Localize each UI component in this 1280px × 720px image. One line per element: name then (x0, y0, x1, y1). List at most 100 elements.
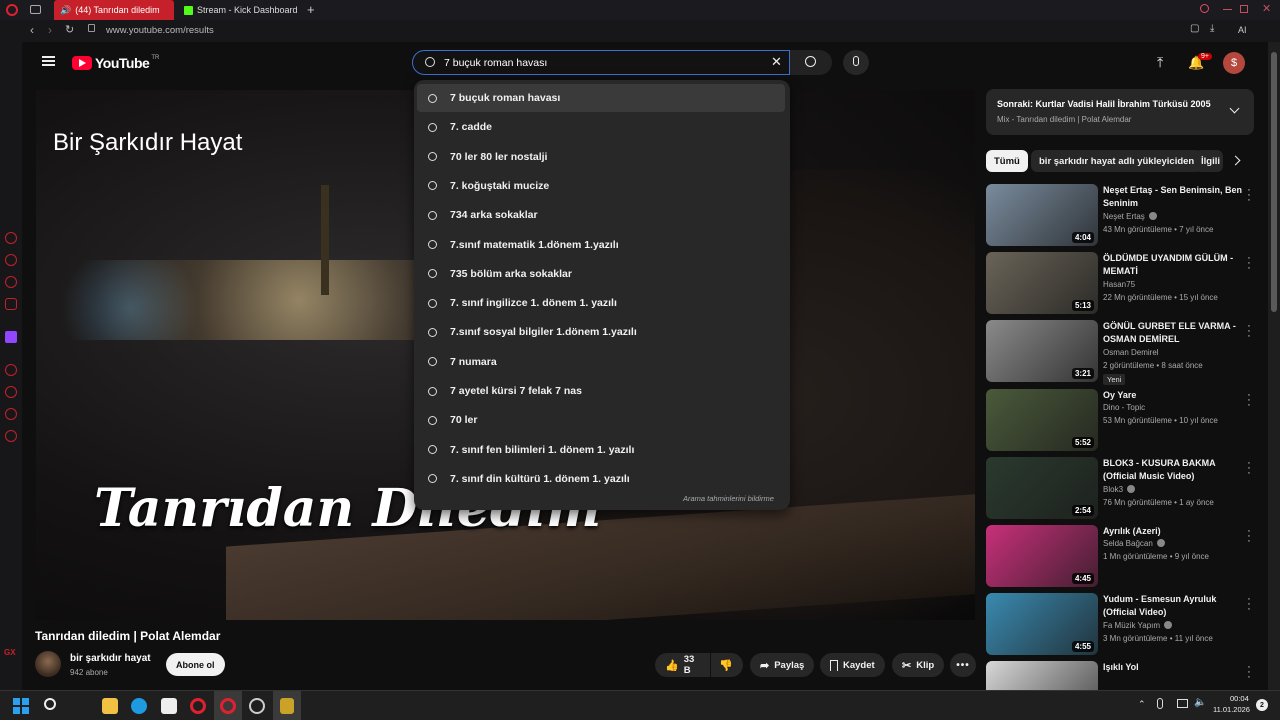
tray-chevron-icon[interactable]: ⌃ (1138, 699, 1146, 710)
sidebar-instagram-icon[interactable] (5, 298, 17, 310)
video-thumbnail[interactable]: 3:21 (986, 320, 1098, 383)
tab-youtube[interactable]: 🔊 (44) Tanrıdan diledim (54, 0, 174, 20)
recommendation-channel[interactable]: Hasan75 (1103, 280, 1135, 289)
recommendation-channel[interactable]: Selda Bağcan (1103, 539, 1165, 548)
suggestion-item[interactable]: 7. sınıf ingilizce 1. dönem 1. yazılı (417, 289, 785, 317)
recommendation-item[interactable]: 4:45 Ayrılık (Azeri) Selda Bağcan 1 Mn görü… (986, 525, 1266, 587)
recommendation-title[interactable]: Işıklı Yol (1103, 661, 1251, 674)
video-thumbnail[interactable]: 4:45 (986, 525, 1098, 587)
minimize-icon[interactable] (1223, 9, 1232, 10)
url-field[interactable]: www.youtube.com/results (106, 25, 214, 36)
voice-search-button[interactable] (843, 50, 869, 75)
suggestion-item[interactable]: 7.sınıf sosyal bilgiler 1.dönem 1.yazılı (417, 318, 785, 346)
video-thumbnail[interactable]: 2:54 (986, 456, 1098, 519)
recommendation-channel[interactable]: Osman Demirel (1103, 348, 1159, 357)
recommendation-title[interactable]: Oy Yare (1103, 389, 1251, 402)
workspaces-icon[interactable] (30, 5, 41, 14)
recommendation-item[interactable]: 4:55 Yudum - Esmesun Ayruluk (Official Vi… (986, 593, 1266, 656)
sidebar-whatsapp-icon[interactable] (5, 276, 17, 288)
clip-button[interactable]: ✂ Klip (892, 653, 945, 677)
more-options-icon[interactable]: · · · (1246, 662, 1252, 683)
more-options-icon[interactable]: · · · (1246, 253, 1252, 274)
shopping-icon[interactable]: ▢ (1190, 23, 1199, 34)
page-scrollbar[interactable] (1268, 42, 1280, 690)
suggestion-item[interactable]: 7 buçuk roman havası (417, 84, 785, 112)
more-actions-button[interactable]: ••• (950, 653, 976, 677)
store-icon[interactable] (161, 698, 177, 714)
windows-start-icon[interactable] (13, 698, 29, 714)
back-icon[interactable]: ‹ (30, 23, 34, 37)
tray-volume-icon[interactable]: 🔈 (1194, 697, 1206, 708)
clear-search-icon[interactable]: ✕ (771, 54, 782, 70)
recommendation-title[interactable]: BLOK3 - KUSURA BAKMA (Official Music Vid… (1103, 457, 1251, 483)
tray-network-icon[interactable] (1177, 699, 1188, 708)
edge-icon[interactable] (131, 698, 147, 714)
app-taskbar-icon[interactable] (249, 698, 265, 714)
recommendation-item[interactable]: 5:52 Oy Yare Dino - Topic 53 Mn görüntüleme… (986, 388, 1266, 451)
upload-icon[interactable]: ⤒ (1157, 54, 1163, 71)
search-input[interactable]: 7 buçuk roman havası (444, 57, 547, 69)
like-button[interactable]: 👍 33 B (655, 653, 710, 677)
search-taskbar-icon[interactable] (44, 698, 56, 710)
channel-avatar[interactable] (35, 651, 61, 677)
tab-kick[interactable]: Stream - Kick Dashboard (178, 0, 303, 20)
video-thumbnail[interactable]: 5:52 (986, 388, 1098, 451)
recommendation-item[interactable]: 5:13 ÖLDÜMDE UYANDIM GÜLÜM - MEMATİ Hasan7… (986, 252, 1266, 315)
video-thumbnail[interactable]: 4:04 (986, 184, 1098, 246)
channel-name[interactable]: bir şarkıdır hayat (70, 653, 151, 664)
recommendation-channel[interactable]: Fa Müzik Yapım (1103, 621, 1173, 630)
new-tab-button[interactable]: + (307, 2, 315, 17)
recommendation-title[interactable]: Ayrılık (Azeri) (1103, 525, 1251, 538)
share-button[interactable]: ➦ Paylaş (750, 653, 815, 677)
search-tabs-icon[interactable] (1200, 4, 1209, 13)
sidebar-aria-icon[interactable] (5, 232, 17, 244)
suggestion-item[interactable]: 7. sınıf din kültürü 1. dönem 1. yazılı (417, 465, 785, 493)
notification-center-badge[interactable]: 2 (1256, 699, 1268, 711)
suggestion-item[interactable]: 7. koğuştaki mucize (417, 172, 785, 200)
more-options-icon[interactable]: · · · (1246, 457, 1252, 478)
suggestion-item[interactable]: 7.sınıf matematik 1.dönem 1.yazılı (417, 231, 785, 259)
sidebar-settings-icon[interactable] (5, 430, 17, 442)
chip-all[interactable]: Tümü (986, 150, 1028, 172)
suggestion-item[interactable]: 7 numara (417, 348, 785, 376)
recommendation-title[interactable]: GÖNÜL GURBET ELE VARMA - OSMAN DEMİREL (1103, 320, 1251, 346)
suggestion-item[interactable]: 735 bölüm arka sokaklar (417, 260, 785, 288)
more-options-icon[interactable]: · · · (1246, 389, 1252, 410)
recommendation-item[interactable]: 4:04 Neşet Ertaş - Sen Benimsin, Ben Seni… (986, 184, 1266, 246)
recommendation-title[interactable]: Neşet Ertaş - Sen Benimsin, Ben Seninim (1103, 184, 1251, 210)
ai-button[interactable]: AI (1238, 25, 1247, 35)
scrollbar-thumb[interactable] (1271, 52, 1277, 312)
recommendation-title[interactable]: ÖLDÜMDE UYANDIM GÜLÜM - MEMATİ (1103, 252, 1251, 278)
dislike-button[interactable]: 👎 (711, 653, 743, 677)
youtube-logo[interactable]: YouTube TR (72, 55, 159, 71)
reload-icon[interactable]: ↻ (65, 23, 74, 36)
download-icon[interactable]: ⤓ (1210, 23, 1214, 34)
forward-icon[interactable]: › (48, 23, 52, 37)
sidebar-player-icon[interactable] (5, 386, 17, 398)
maximize-icon[interactable] (1240, 5, 1248, 13)
sidebar-bookmarks-icon[interactable] (5, 408, 17, 420)
more-options-icon[interactable]: · · · (1246, 185, 1252, 206)
recommendation-channel[interactable]: Blok3 (1103, 484, 1136, 494)
clock-date[interactable]: 11.01.2026 (1213, 705, 1250, 714)
file-explorer-icon[interactable] (102, 698, 118, 714)
sidebar-gx-icon[interactable]: GX (4, 648, 16, 657)
chip-uploader[interactable]: bir şarkıdır hayat adlı yükleyiciden (1031, 150, 1203, 172)
obs-taskbar-button[interactable] (273, 691, 301, 720)
opera-gx-taskbar-button[interactable] (214, 691, 242, 720)
sidebar-history-icon[interactable] (5, 364, 17, 376)
recommendation-channel[interactable]: Dino - Topic (1103, 403, 1145, 412)
recommendation-item[interactable]: 2:54 BLOK3 - KUSURA BAKMA (Official Music… (986, 456, 1266, 519)
opera-logo-icon[interactable] (6, 4, 18, 16)
sidebar-messenger-icon[interactable] (5, 254, 17, 266)
report-predictions-link[interactable]: Arama tahminlerini bildirme (683, 494, 774, 503)
avatar[interactable]: $ (1223, 52, 1245, 74)
search-box[interactable]: 7 buçuk roman havası ✕ (412, 50, 790, 75)
up-next-card[interactable]: Sonraki: Kurtlar Vadisi Halil İbrahim Tü… (986, 89, 1254, 135)
suggestion-item[interactable]: 734 arka sokaklar (417, 201, 785, 229)
save-button[interactable]: Kaydet (820, 653, 885, 677)
chip-related[interactable]: İlgili (1195, 150, 1223, 172)
menu-icon[interactable] (42, 56, 55, 66)
suggestion-item[interactable]: 70 ler 80 ler nostalji (417, 143, 785, 171)
more-options-icon[interactable]: · · · (1246, 594, 1252, 615)
